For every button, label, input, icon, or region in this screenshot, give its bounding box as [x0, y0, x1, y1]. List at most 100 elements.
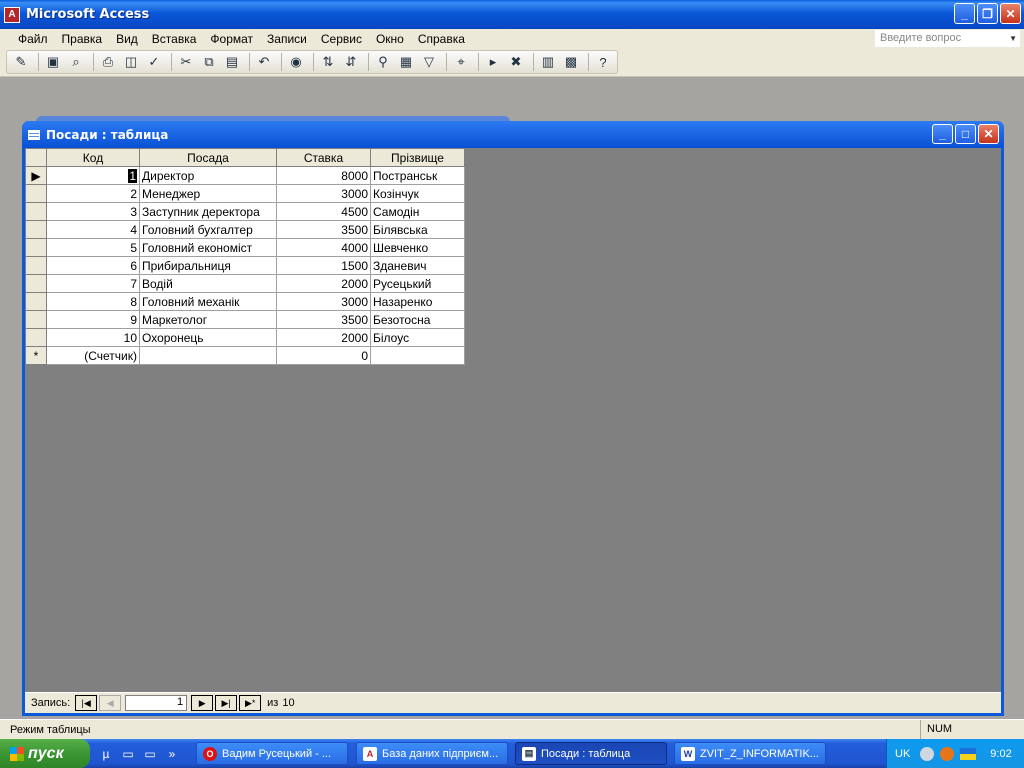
record-selector[interactable] — [25, 238, 47, 257]
first-record-button[interactable]: |◀ — [75, 695, 98, 711]
cell-kod[interactable]: 6 — [46, 256, 140, 275]
find-icon[interactable]: ⌖ — [451, 52, 471, 72]
cell-posada[interactable]: Заступник деректора — [139, 202, 277, 221]
new-object-icon[interactable]: ▩ — [561, 52, 581, 72]
cell-kod[interactable]: 3 — [46, 202, 140, 221]
select-all-corner[interactable] — [25, 148, 47, 167]
taskbar-item-word[interactable]: W ZVIT_Z_INFORMATIK... — [674, 742, 826, 765]
cell-kod[interactable]: 10 — [46, 328, 140, 347]
new-record-nav-button[interactable]: ▶* — [239, 695, 262, 711]
cell-stavka[interactable]: 3500 — [276, 310, 371, 329]
cell-stavka[interactable]: 3000 — [276, 184, 371, 203]
ask-question-input[interactable]: Введите вопрос ▼ — [875, 30, 1020, 47]
cell-prizvyshche[interactable]: Білоус — [370, 328, 465, 347]
cell-stavka[interactable]: 2000 — [276, 328, 371, 347]
next-record-button[interactable]: ▶ — [191, 695, 214, 711]
clock[interactable]: 9:02 — [990, 748, 1011, 760]
cell-kod[interactable]: 5 — [46, 238, 140, 257]
record-selector[interactable] — [25, 274, 47, 293]
help-icon[interactable]: ? — [593, 52, 613, 72]
search-file-icon[interactable]: ⌕ — [66, 52, 86, 72]
taskbar-item-table[interactable]: ▤ Посади : таблица — [515, 742, 667, 765]
sort-descending-icon[interactable]: ⇵ — [341, 52, 361, 72]
menu-help[interactable]: Справка — [411, 32, 472, 46]
cell-posada[interactable]: Головний механік — [139, 292, 277, 311]
previous-record-button[interactable]: ◀ — [99, 695, 122, 711]
menu-edit[interactable]: Правка — [55, 32, 110, 46]
table-maximize-button[interactable]: □ — [955, 124, 976, 144]
record-selector[interactable] — [25, 292, 47, 311]
print-preview-icon[interactable]: ◫ — [121, 52, 141, 72]
insert-hyperlink-icon[interactable]: ◉ — [286, 52, 306, 72]
menu-window[interactable]: Окно — [369, 32, 411, 46]
cell-prizvyshche[interactable]: Безотосна — [370, 310, 465, 329]
cell-posada[interactable]: Прибиральниця — [139, 256, 277, 275]
cut-icon[interactable]: ✂ — [176, 52, 196, 72]
record-selector[interactable] — [25, 220, 47, 239]
filter-by-form-icon[interactable]: ▦ — [396, 52, 416, 72]
cell-prizvyshche-new[interactable] — [370, 346, 465, 365]
last-record-button[interactable]: ▶| — [215, 695, 238, 711]
database-window-icon[interactable]: ▥ — [538, 52, 558, 72]
cell-kod[interactable]: 4 — [46, 220, 140, 239]
start-button[interactable]: пуск — [0, 739, 90, 768]
record-selector[interactable] — [25, 310, 47, 329]
cell-kod[interactable]: 1 — [46, 166, 140, 185]
cell-stavka[interactable]: 4500 — [276, 202, 371, 221]
cell-stavka[interactable]: 3500 — [276, 220, 371, 239]
new-record-selector[interactable]: * — [25, 346, 47, 365]
cell-posada[interactable]: Охоронець — [139, 328, 277, 347]
chevron-down-icon[interactable]: ▼ — [1009, 31, 1017, 46]
taskbar-item-database[interactable]: A База даних підприєм... — [356, 742, 508, 765]
close-button[interactable]: ✕ — [1000, 3, 1021, 24]
print-icon[interactable]: ⎙ — [98, 52, 118, 72]
minimize-button[interactable]: _ — [954, 3, 975, 24]
cell-stavka[interactable]: 2000 — [276, 274, 371, 293]
cell-kod[interactable]: 8 — [46, 292, 140, 311]
spelling-icon[interactable]: ✓ — [144, 52, 164, 72]
quick-launch-more-icon[interactable]: » — [164, 746, 180, 762]
column-header-kod[interactable]: Код — [46, 148, 140, 167]
cell-prizvyshche[interactable]: Русецький — [370, 274, 465, 293]
table-close-button[interactable]: ✕ — [978, 124, 999, 144]
cell-stavka[interactable]: 8000 — [276, 166, 371, 185]
cell-kod[interactable]: 9 — [46, 310, 140, 329]
design-view-icon[interactable]: ✎ — [11, 52, 31, 72]
media-icon[interactable]: ▭ — [142, 746, 158, 762]
ukraine-flag-icon[interactable] — [960, 747, 977, 760]
restore-button[interactable]: ❐ — [977, 3, 998, 24]
record-selector[interactable] — [25, 184, 47, 203]
menu-view[interactable]: Вид — [109, 32, 145, 46]
record-number-input[interactable]: 1 — [125, 695, 188, 711]
cell-posada[interactable]: Маркетолог — [139, 310, 277, 329]
access-app-icon[interactable]: A — [4, 6, 20, 23]
cell-kod[interactable]: 2 — [46, 184, 140, 203]
menu-format[interactable]: Формат — [203, 32, 260, 46]
column-header-posada[interactable]: Посада — [139, 148, 277, 167]
cell-kod[interactable]: 7 — [46, 274, 140, 293]
table-window-titlebar[interactable]: Посади : таблица _ □ ✕ — [22, 121, 1004, 148]
cell-posada[interactable]: Директор — [139, 166, 277, 185]
cell-prizvyshche[interactable]: Білявська — [370, 220, 465, 239]
torrent-icon[interactable]: µ — [98, 746, 114, 762]
menu-file[interactable]: Файл — [11, 32, 55, 46]
cell-stavka[interactable]: 3000 — [276, 292, 371, 311]
copy-icon[interactable]: ⧉ — [199, 52, 219, 72]
cell-posada[interactable]: Головний бухгалтер — [139, 220, 277, 239]
filter-by-selection-icon[interactable]: ⚲ — [373, 52, 393, 72]
save-icon[interactable]: ▣ — [43, 52, 63, 72]
cell-prizvyshche[interactable]: Козінчук — [370, 184, 465, 203]
record-selector[interactable] — [25, 256, 47, 275]
cell-stavka[interactable]: 4000 — [276, 238, 371, 257]
menu-insert[interactable]: Вставка — [145, 32, 204, 46]
cell-posada[interactable]: Головний економіст — [139, 238, 277, 257]
undo-icon[interactable]: ↶ — [254, 52, 274, 72]
cell-prizvyshche[interactable]: Назаренко — [370, 292, 465, 311]
cell-posada[interactable]: Водій — [139, 274, 277, 293]
apply-filter-icon[interactable]: ▽ — [419, 52, 439, 72]
antivirus-icon[interactable] — [940, 746, 955, 761]
menu-records[interactable]: Записи — [260, 32, 314, 46]
cell-stavka-new[interactable]: 0 — [276, 346, 371, 365]
record-selector[interactable]: ▶ — [25, 166, 47, 185]
column-header-prizvyshche[interactable]: Прізвище — [370, 148, 465, 167]
